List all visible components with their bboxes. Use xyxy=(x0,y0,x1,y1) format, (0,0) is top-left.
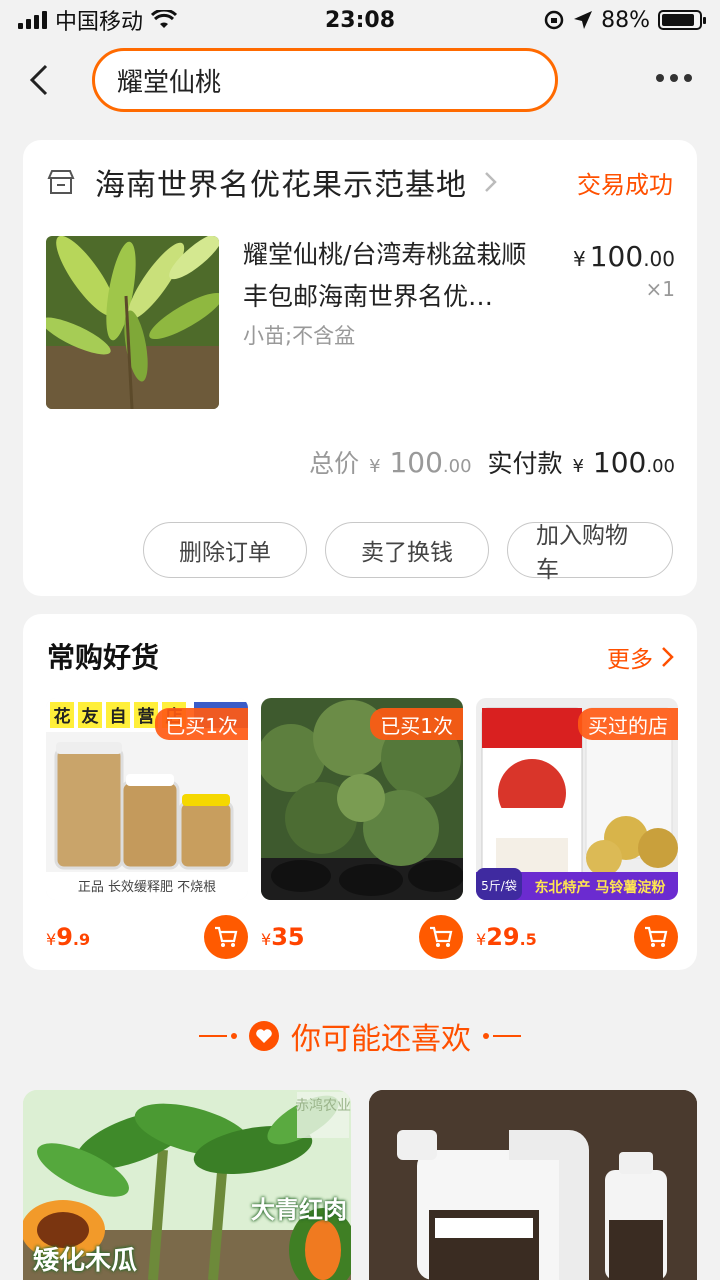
svg-text:5斤/袋: 5斤/袋 xyxy=(481,879,517,893)
chevron-right-icon xyxy=(662,647,674,667)
frequent-goods-title: 常购好货 xyxy=(47,641,160,674)
resell-button[interactable]: 卖了换钱 xyxy=(325,522,489,578)
recommend-label: 矮化木瓜 xyxy=(33,1246,138,1276)
more-options-icon[interactable] xyxy=(656,74,692,82)
recommend-item[interactable]: 赤鸿农业 矮化木瓜 大青红肉 xyxy=(23,1090,351,1280)
signal-icon xyxy=(18,11,47,29)
frequent-goods-card: 常购好货 更多 花 友 自 营 正品 长效缓释肥 不烧根 已买1次 ¥9.9 已… xyxy=(23,614,697,970)
back-arrow-icon[interactable] xyxy=(22,60,62,100)
paid-label: 实付款 xyxy=(487,449,563,478)
wifi-icon xyxy=(151,10,178,28)
nav-bar: 耀堂仙桃 xyxy=(0,44,720,118)
recommend-item[interactable] xyxy=(369,1090,697,1280)
battery-level xyxy=(662,14,694,26)
paid-price: ¥ 100.00 xyxy=(572,446,675,479)
quantity: ×1 xyxy=(645,277,675,301)
status-right: 88% xyxy=(543,7,706,33)
good-footer: ¥29.5 xyxy=(476,900,678,970)
more-label: 更多 xyxy=(607,647,653,673)
svg-text:正品 长效缓释肥 不烧根: 正品 长效缓释肥 不烧根 xyxy=(78,880,216,895)
search-input-value: 耀堂仙桃 xyxy=(117,67,222,98)
unit-price-box: ¥100.00 ×1 xyxy=(573,240,675,301)
product-image[interactable] xyxy=(46,236,219,409)
good-image[interactable]: 已买1次 xyxy=(261,698,463,900)
recommend-title: 你可能还喜欢 xyxy=(291,1022,471,1057)
good-image[interactable]: 5斤/袋 东北特产 马铃薯淀粉 买过的店 xyxy=(476,698,678,900)
cart-icon[interactable] xyxy=(634,915,678,959)
cart-icon[interactable] xyxy=(204,915,248,959)
shop-name[interactable]: 海南世界名优花果示范基地 xyxy=(95,160,467,204)
delete-order-button[interactable]: 删除订单 xyxy=(143,522,307,578)
unit-price-currency: ¥ xyxy=(573,247,586,271)
heart-icon xyxy=(249,1021,279,1051)
purchased-tag: 已买1次 xyxy=(155,708,248,740)
rotation-lock-icon xyxy=(544,10,564,30)
good-image[interactable]: 花 友 自 营 店 正品 长效缓释肥 不烧根 已买1次 xyxy=(46,698,248,900)
svg-text:花: 花 xyxy=(54,706,71,727)
frequent-goods-list: 花 友 自 营 店 正品 长效缓释肥 不烧根 已买1次 ¥9.9 xyxy=(46,698,678,970)
cart-icon[interactable] xyxy=(419,915,463,959)
shop-row[interactable]: 海南世界名优花果示范基地 交易成功 xyxy=(47,160,673,204)
good-item[interactable]: 5斤/袋 东北特产 马铃薯淀粉 买过的店 ¥29.5 xyxy=(476,698,678,970)
good-price: ¥29.5 xyxy=(476,923,537,951)
recommend-label: 大青红肉 xyxy=(251,1196,347,1224)
more-link[interactable]: 更多 xyxy=(607,640,675,674)
purchased-tag: 已买1次 xyxy=(370,708,463,740)
total-price: ¥ 100.00 xyxy=(369,446,472,479)
battery-icon xyxy=(658,10,706,30)
unit-price-dec: .00 xyxy=(643,247,675,271)
recommend-header: 你可能还喜欢 xyxy=(0,1012,720,1060)
add-to-cart-button[interactable]: 加入购物车 xyxy=(507,522,673,583)
good-footer: ¥35 xyxy=(261,900,463,970)
fertilizer-bottle-photo xyxy=(369,1090,697,1280)
product-title[interactable]: 耀堂仙桃/台湾寿桃盆栽顺丰包邮海南世界名优… xyxy=(243,234,543,318)
decor-line-right xyxy=(483,1033,521,1039)
decor-line-left xyxy=(199,1033,237,1039)
location-icon xyxy=(574,11,593,29)
good-item[interactable]: 已买1次 ¥35 xyxy=(261,698,463,970)
watermark-text: 赤鸿农业 xyxy=(295,1097,351,1114)
battery-percent: 88% xyxy=(601,7,650,33)
unit-price: ¥100.00 xyxy=(573,240,675,273)
carrier-label: 中国移动 xyxy=(55,10,144,35)
total-row: 总价 ¥ 100.00 实付款 ¥ 100.00 xyxy=(309,444,675,480)
unit-price-int: 100 xyxy=(589,240,644,273)
svg-text:自: 自 xyxy=(110,706,127,727)
good-item[interactable]: 花 友 自 营 店 正品 长效缓释肥 不烧根 已买1次 ¥9.9 xyxy=(46,698,248,970)
good-price: ¥35 xyxy=(261,923,305,951)
visited-store-tag: 买过的店 xyxy=(578,708,678,740)
svg-text:友: 友 xyxy=(82,706,99,727)
order-card: 海南世界名优花果示范基地 交易成功 耀堂仙桃/台湾寿桃盆栽顺丰包邮海南世界名优…… xyxy=(23,140,697,596)
good-price: ¥9.9 xyxy=(46,923,91,951)
product-spec: 小苗;不含盆 xyxy=(243,324,356,348)
status-bar: 中国移动 23:08 88% xyxy=(0,0,720,40)
total-label: 总价 xyxy=(309,449,360,478)
store-icon xyxy=(47,170,75,194)
plant-photo xyxy=(46,236,219,409)
good-footer: ¥9.9 xyxy=(46,900,248,970)
order-actions: 删除订单 卖了换钱 加入购物车 xyxy=(143,522,673,583)
chevron-right-icon xyxy=(485,172,497,192)
order-status: 交易成功 xyxy=(577,170,673,199)
svg-text:营: 营 xyxy=(138,706,155,727)
status-left: 中国移动 xyxy=(18,4,178,36)
svg-text:东北特产 马铃薯淀粉: 东北特产 马铃薯淀粉 xyxy=(535,879,666,896)
search-input[interactable]: 耀堂仙桃 xyxy=(92,48,558,112)
